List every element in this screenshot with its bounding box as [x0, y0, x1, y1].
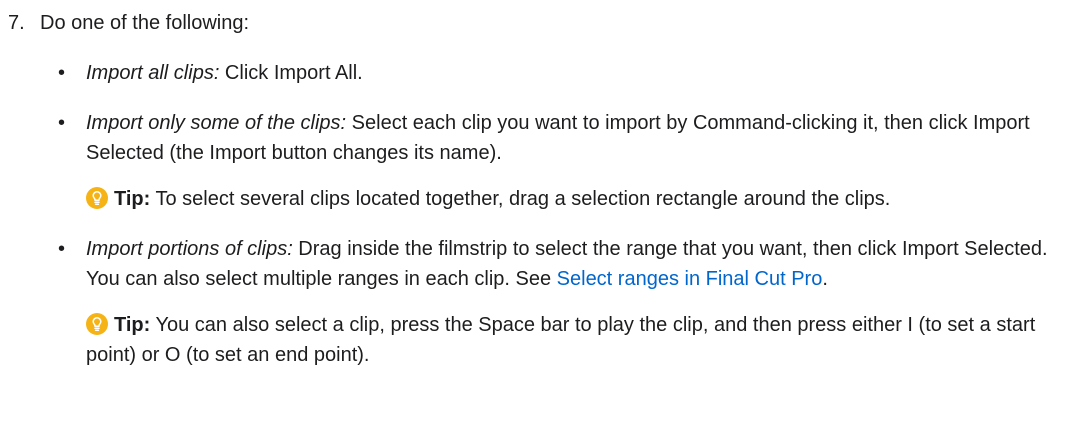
option-label: Import all clips:	[86, 62, 220, 84]
lightbulb-icon	[86, 187, 108, 209]
tip-text: To select several clips located together…	[150, 188, 891, 210]
step-number: 7.	[8, 12, 25, 34]
option-text-end: .	[822, 268, 828, 290]
bullet-dot: •	[58, 238, 66, 260]
step-heading: 7. Do one of the following:	[8, 8, 1058, 38]
list-item-import-some: • Import only some of the clips: Select …	[8, 108, 1058, 214]
tip-note: Tip: You can also select a clip, press t…	[86, 310, 1058, 370]
list-item-import-all: • Import all clips: Click Import All.	[8, 58, 1058, 88]
step-intro: Do one of the following:	[40, 12, 250, 34]
select-ranges-link[interactable]: Select ranges in Final Cut Pro	[557, 268, 823, 290]
option-label: Import portions of clips:	[86, 238, 293, 260]
lightbulb-icon	[86, 313, 108, 335]
list-item-body: Import only some of the clips: Select ea…	[86, 108, 1058, 168]
option-text: Click Import All.	[219, 62, 363, 84]
bullet-dot: •	[58, 112, 66, 134]
option-label: Import only some of the clips:	[86, 112, 347, 134]
tip-label: Tip:	[114, 188, 151, 210]
options-list: • Import all clips: Click Import All. • …	[8, 58, 1058, 370]
tip-text: You can also select a clip, press the Sp…	[86, 314, 1036, 366]
bullet-dot: •	[58, 62, 66, 84]
list-item-body: Import portions of clips: Drag inside th…	[86, 234, 1058, 294]
list-item-import-portions: • Import portions of clips: Drag inside …	[8, 234, 1058, 370]
tip-label: Tip:	[114, 314, 151, 336]
list-item-body: Import all clips: Click Import All.	[86, 58, 1058, 88]
tip-note: Tip: To select several clips located tog…	[86, 184, 1058, 214]
step-7: 7. Do one of the following: • Import all…	[8, 8, 1058, 370]
